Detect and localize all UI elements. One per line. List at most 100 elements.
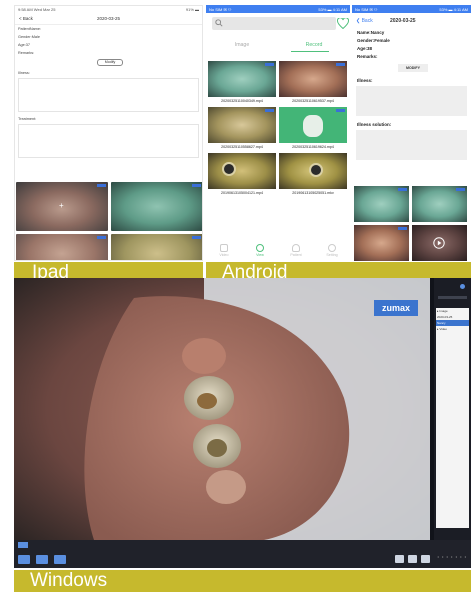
dental-image	[14, 278, 430, 540]
ipad-modify-button[interactable]: Modify	[97, 59, 123, 66]
windows-screen: zumax ▸ Image 2020-03-25 Nancy ▸ Video •…	[14, 278, 471, 568]
plus-icon: +	[59, 201, 64, 210]
capture-photo-button[interactable]	[18, 555, 30, 564]
media-thumbnail[interactable]	[354, 225, 409, 261]
ipad-treatment-textarea[interactable]	[18, 124, 199, 158]
video-filename: 20200325110619624.mp4	[292, 145, 334, 149]
ipad-illness-textarea[interactable]	[18, 78, 199, 112]
video-frame-shape	[309, 163, 323, 177]
android-back-label: Back	[361, 18, 373, 24]
ipad-image-grid: +	[15, 182, 202, 260]
android-tabs: Image Record	[206, 42, 350, 48]
ipad-status-time: 9:58 AM Wed Mar 25	[18, 7, 56, 12]
tab-record[interactable]: Record	[278, 42, 350, 48]
nav-setting[interactable]: Setting	[317, 244, 347, 257]
tree-item[interactable]: ▸ Video	[436, 326, 469, 332]
android-detail-status-bar: No SIM ✉ ⚇ 53% ▬ 4:11 AM	[352, 5, 471, 13]
brand-badge-icon	[336, 109, 345, 112]
ipad-nav-bar: < Back 2020-03-25	[15, 12, 202, 25]
gear-icon	[328, 244, 336, 252]
android-bottom-nav: Video View Patient Setting	[206, 240, 350, 261]
settings-button[interactable]	[54, 555, 66, 564]
nav-patient[interactable]: Patient	[281, 244, 311, 257]
video-item[interactable]: 20200325110619624.mp4	[279, 107, 347, 151]
ipad-thumbnail[interactable]	[16, 234, 108, 260]
ipad-field-remarks: Remarks:	[18, 51, 35, 55]
android-solution-label: Illness solution:	[357, 122, 392, 127]
android-detail-date: 2020-03-25	[390, 18, 416, 24]
close-icon[interactable]	[421, 555, 430, 563]
ipad-thumbnail[interactable]	[111, 182, 202, 231]
android-video-grid: 20200325110040349.mp4 20200325110619537.…	[208, 61, 348, 197]
ipad-treatment-label: Treatment:	[18, 117, 37, 121]
video-thumbnail	[208, 107, 276, 143]
ipad-thumbnail[interactable]: +	[16, 182, 108, 231]
video-filename: 20200325110040349.mp4	[221, 99, 263, 103]
video-filename: 20190613105025051.mkv	[292, 191, 334, 195]
windows-platform-label: Windows	[14, 570, 471, 592]
menu-icon[interactable]	[18, 542, 28, 548]
eye-icon	[256, 244, 264, 252]
video-item[interactable]: 20190613105025051.mkv	[279, 153, 347, 197]
play-icon[interactable]	[433, 237, 445, 249]
ipad-field-name: PatientName:	[18, 27, 42, 31]
ipad-back-button[interactable]: < Back	[15, 16, 65, 21]
brand-badge-icon	[97, 236, 106, 239]
video-filename: 20200325110619537.mp4	[292, 99, 334, 103]
record-video-button[interactable]	[36, 555, 48, 564]
camera-view[interactable]: zumax	[14, 278, 430, 540]
brand-badge-icon	[265, 63, 274, 66]
heart-icon[interactable]	[337, 18, 349, 29]
windows-toolbar: • • • • • • •	[14, 540, 471, 568]
brand-logo: zumax	[374, 300, 418, 316]
nav-patient-label: Patient	[290, 253, 302, 257]
video-item[interactable]: 20200325110040349.mp4	[208, 61, 276, 105]
video-frame-shape	[303, 115, 323, 137]
windows-file-tree: ▸ Image 2020-03-25 Nancy ▸ Video	[436, 308, 469, 528]
brand-badge-icon	[192, 184, 201, 187]
video-filename: 20200325110558627.mp4	[221, 145, 263, 149]
video-thumbnail	[279, 153, 347, 189]
android-field-age: Age:38	[357, 46, 373, 51]
media-thumbnail[interactable]	[412, 186, 467, 222]
ipad-thumbnail[interactable]	[111, 234, 202, 260]
android-field-gender: Gender:Female	[357, 38, 390, 43]
android-back-button[interactable]: ❮ Back	[352, 18, 390, 24]
android-detail-status-right: 53% ▬ 4:11 AM	[439, 7, 468, 12]
toolbar-dots: • • • • • • •	[437, 554, 467, 559]
windows-sidebar: ▸ Image 2020-03-25 Nancy ▸ Video	[434, 278, 471, 540]
ipad-screen: 9:58 AM Wed Mar 25 91% ▬ < Back 2020-03-…	[14, 5, 203, 261]
media-thumbnail[interactable]	[354, 186, 409, 222]
android-modify-button[interactable]: MODIFY	[398, 64, 428, 72]
android-search-input[interactable]	[212, 17, 336, 30]
android-solution-textarea[interactable]	[356, 130, 467, 160]
toolbar-icon-tool[interactable]	[408, 555, 417, 563]
android-detail-status-left: No SIM ✉ ⚇	[355, 7, 378, 12]
video-thumbnail	[279, 61, 347, 97]
ipad-field-gender: Gender:Male	[18, 35, 40, 39]
android-field-remarks: Remarks:	[357, 54, 378, 59]
sidebar-settings-icon[interactable]	[460, 284, 465, 289]
video-item[interactable]: 20200325110558627.mp4	[208, 107, 276, 151]
video-thumbnail	[208, 61, 276, 97]
nav-view[interactable]: View	[245, 244, 275, 257]
android-list-screen: No SIM ✉ ⚇ 53% ▬ 4:11 AM Image Record 20…	[206, 5, 350, 261]
android-status-left: No SIM ✉ ⚇	[209, 7, 232, 12]
toolbar-icon-compare[interactable]	[395, 555, 404, 563]
nav-setting-label: Setting	[326, 253, 338, 257]
brand-badge-icon	[265, 109, 274, 112]
video-item[interactable]: 20200325110619537.mp4	[279, 61, 347, 105]
video-filename: 20190613105004121.mp4	[221, 191, 263, 195]
brand-badge-icon	[192, 236, 201, 239]
tab-image[interactable]: Image	[206, 42, 278, 48]
android-detail-nav: ❮ Back 2020-03-25	[352, 13, 471, 29]
video-thumbnail	[279, 107, 347, 143]
android-illness-textarea[interactable]	[356, 86, 467, 116]
android-status-bar: No SIM ✉ ⚇ 53% ▬ 4:11 AM	[206, 5, 350, 13]
video-icon	[220, 244, 228, 252]
video-item[interactable]: 20190613105004121.mp4	[208, 153, 276, 197]
search-icon	[215, 19, 223, 27]
nav-video[interactable]: Video	[209, 244, 239, 257]
media-thumbnail[interactable]	[412, 225, 467, 261]
tab-record-underline	[291, 51, 329, 52]
